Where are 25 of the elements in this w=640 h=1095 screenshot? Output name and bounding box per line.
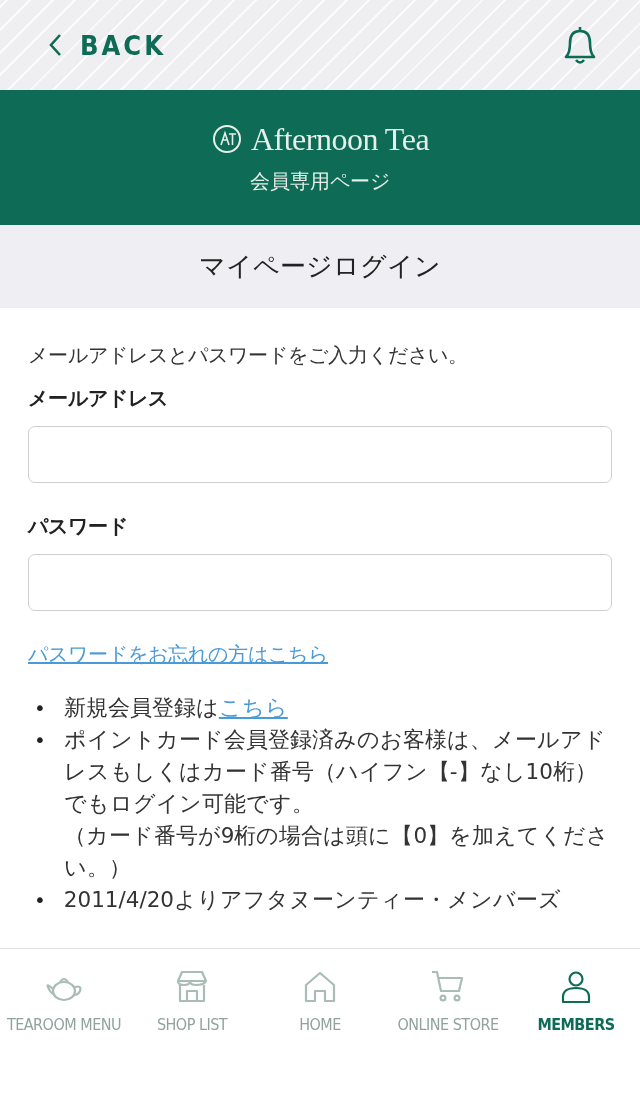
input-field[interactable] [28,426,612,483]
chevron-left-icon [48,33,62,57]
field-label: メールアドレス [28,385,169,412]
logo-emblem-icon [210,123,243,155]
bullet: • [33,695,46,722]
tab[interactable]: TEAROOM MENU [0,967,128,1095]
note-text: ポイントカード会員登録済みのお客様は、メールアドレスもしくはカード番号（ハイフン【-】なし10桁）でもログイン可能です。 [63,726,607,818]
note-text: 新規会員登録は こちら [63,694,289,722]
note-text: 2011/4/20よりアフタヌーンティー・メンバーズ [63,886,563,914]
tab[interactable]: SHOP LIST [128,967,256,1095]
brand-logo: Afternoon Tea [250,120,430,158]
intro-text: メールアドレスとパスワードをご入力ください。 [28,342,469,369]
brand-subtitle: 会員専用ページ [250,167,390,195]
bullet: • [33,887,46,914]
note-text: （カード番号が9桁の場合は頭に【0】を加えてください。） [63,822,611,882]
tab[interactable]: MEMBERS [512,967,640,1095]
tab[interactable]: HOME [256,967,384,1095]
bullet: • [33,727,46,754]
input-field[interactable] [28,554,612,611]
field-label: パスワード [28,513,129,540]
page-title: マイページログイン [0,225,640,308]
register-link[interactable]: こちら [218,695,288,720]
forgot-password-link[interactable]: パスワードをお忘れの方はこちら [28,641,328,668]
back-button[interactable]: BACK [48,29,166,61]
tab[interactable]: ONLINE STORE [384,967,512,1095]
